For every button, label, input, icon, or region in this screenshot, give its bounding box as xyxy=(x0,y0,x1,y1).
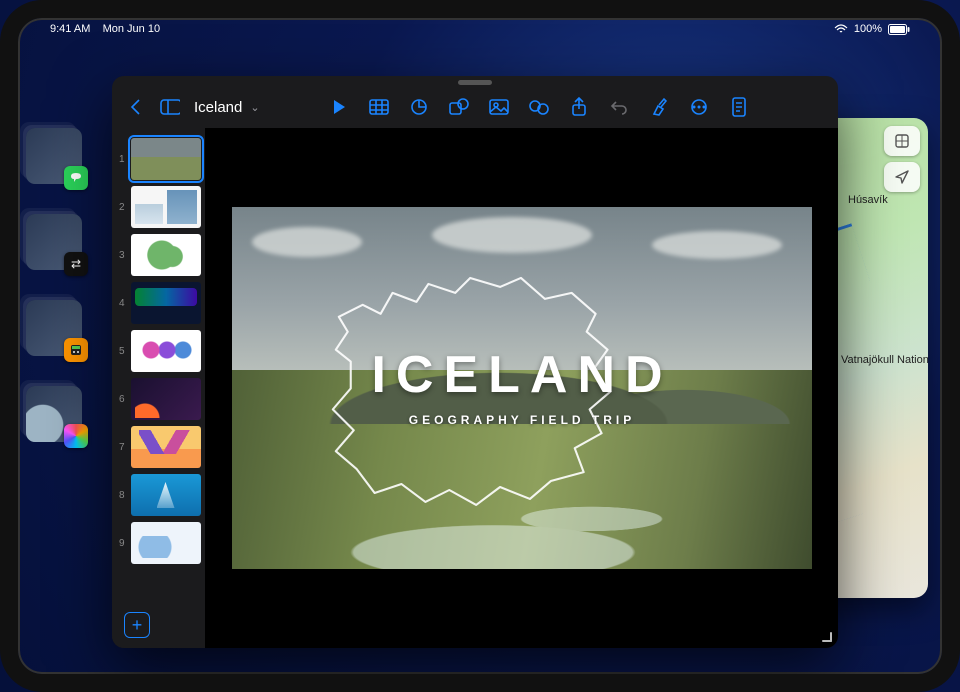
window-grab-handle[interactable] xyxy=(458,80,492,85)
slide-thumb-5[interactable] xyxy=(131,330,201,372)
slide-thumb-1[interactable] xyxy=(131,138,201,180)
slide-canvas[interactable]: ICELAND GEOGRAPHY FIELD TRIP xyxy=(206,128,838,648)
stage-app-calculator[interactable] xyxy=(26,300,82,356)
slide-thumb-7[interactable] xyxy=(131,426,201,468)
slide-thumb-6[interactable] xyxy=(131,378,201,420)
back-button[interactable] xyxy=(126,97,146,117)
maps-mode-button[interactable] xyxy=(884,126,920,156)
document-options-button[interactable] xyxy=(729,97,749,117)
status-date: Mon Jun 10 xyxy=(103,23,160,35)
share-button[interactable] xyxy=(569,97,589,117)
battery-icon xyxy=(888,24,910,35)
document-title[interactable]: Iceland ⌄ xyxy=(194,99,260,116)
insert-chart-button[interactable] xyxy=(409,97,429,117)
messages-icon xyxy=(64,166,88,190)
calculator-icon xyxy=(64,338,88,362)
insert-table-button[interactable] xyxy=(369,97,389,117)
slide-thumb-9[interactable] xyxy=(131,522,201,564)
wifi-icon xyxy=(834,24,848,34)
photos-icon xyxy=(64,424,88,448)
status-left: 9:41 AM Mon Jun 10 xyxy=(50,23,160,35)
translate-icon: ⇄ xyxy=(64,252,88,276)
slide-thumb-2[interactable] xyxy=(131,186,201,228)
insert-shape-button[interactable] xyxy=(449,97,469,117)
ipad-frame: 9:41 AM Mon Jun 10 100% Húsavík Vatnajök… xyxy=(0,0,960,692)
slide-thumb-3[interactable] xyxy=(131,234,201,276)
chevron-down-icon: ⌄ xyxy=(250,101,259,114)
keynote-window: Iceland ⌄ 1 2 3 4 xyxy=(112,76,838,648)
insert-media-button[interactable] xyxy=(529,97,549,117)
animate-button[interactable] xyxy=(689,97,709,117)
keynote-toolbar: Iceland ⌄ xyxy=(112,90,838,124)
maps-controls xyxy=(884,126,920,192)
slide-navigator[interactable]: 1 2 3 4 5 6 7 8 9 + xyxy=(112,128,206,648)
current-slide[interactable]: ICELAND GEOGRAPHY FIELD TRIP xyxy=(232,207,812,569)
maps-place-husavik[interactable]: Húsavík xyxy=(848,194,888,206)
slide-thumb-4[interactable] xyxy=(131,282,201,324)
sidebar-toggle-button[interactable] xyxy=(160,97,180,117)
stage-app-photos[interactable] xyxy=(26,386,82,442)
format-brush-button[interactable] xyxy=(649,97,669,117)
status-right: 100% xyxy=(834,23,910,35)
stage-manager-strip: ⇄ xyxy=(24,128,84,634)
maps-place-vatnajokull[interactable]: Vatnajökull National Park xyxy=(830,354,928,366)
slide-title[interactable]: ICELAND xyxy=(232,345,812,405)
undo-button[interactable] xyxy=(609,97,629,117)
slide-thumb-8[interactable] xyxy=(131,474,201,516)
stage-app-messages[interactable] xyxy=(26,128,82,184)
status-time: 9:41 AM xyxy=(50,23,90,35)
maps-locate-button[interactable] xyxy=(884,162,920,192)
insert-image-button[interactable] xyxy=(489,97,509,117)
window-resize-handle[interactable] xyxy=(818,628,832,642)
stage-app-translate[interactable]: ⇄ xyxy=(26,214,82,270)
add-slide-button[interactable]: + xyxy=(124,612,150,638)
slide-subtitle[interactable]: GEOGRAPHY FIELD TRIP xyxy=(232,413,812,427)
play-button[interactable] xyxy=(329,97,349,117)
status-bar: 9:41 AM Mon Jun 10 100% xyxy=(50,20,910,38)
battery-pct: 100% xyxy=(854,23,882,35)
